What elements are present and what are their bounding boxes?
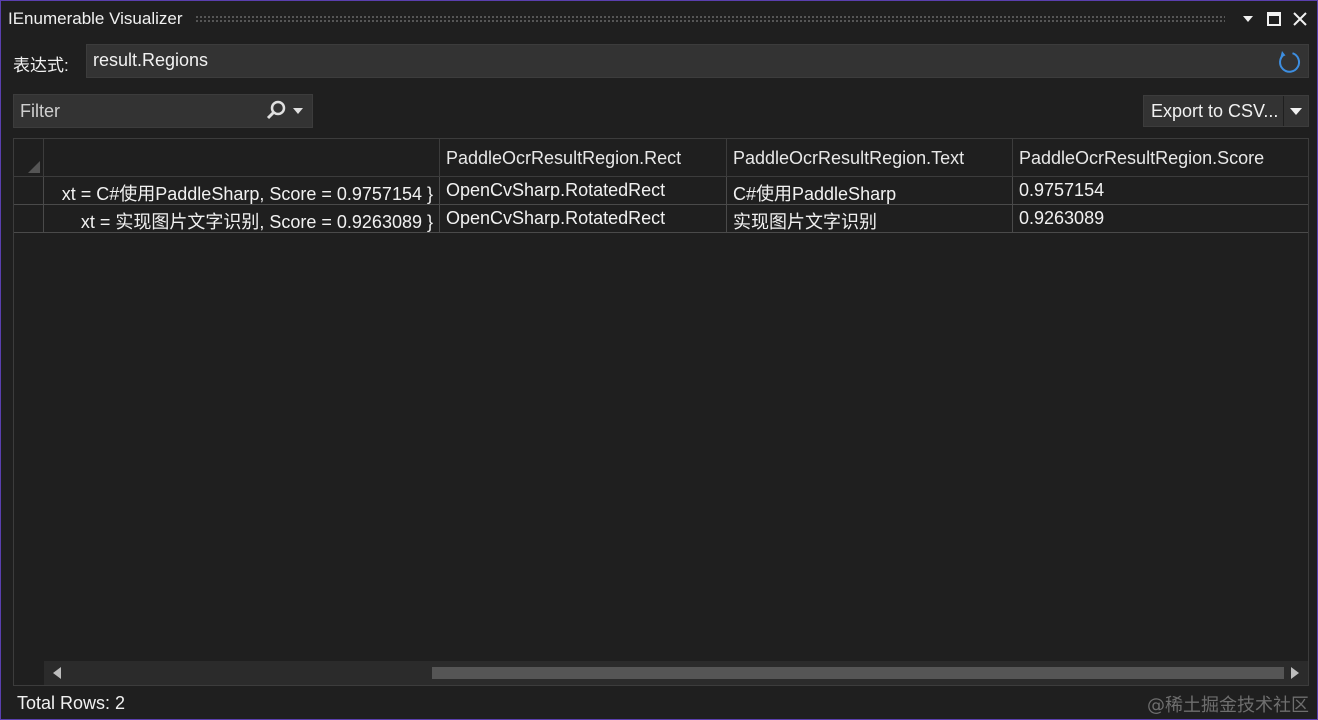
search-icon[interactable] (264, 99, 288, 123)
scrollbar-thumb[interactable] (432, 667, 1284, 679)
watermark: @稀土掘金技术社区 (1147, 695, 1309, 716)
export-csv-button[interactable]: Export to CSV... (1143, 95, 1309, 127)
grid-header-row: PaddleOcrResultRegion.Rect PaddleOcrResu… (14, 139, 1308, 177)
expression-value: result.Regions (93, 50, 209, 70)
visualizer-window: IEnumerable Visualizer 表达式: result.Regio… (0, 0, 1318, 720)
grid-corner[interactable] (14, 139, 44, 177)
table-cell[interactable]: 0.9757154 (1013, 177, 1308, 205)
row-header[interactable] (14, 177, 44, 205)
table-row[interactable]: xt = C#使用PaddleSharp, Score = 0.9757154 … (14, 177, 1308, 205)
dropdown-arrow-icon (1243, 16, 1253, 22)
table-cell[interactable]: xt = 实现图片文字识别, Score = 0.9263089 } (44, 205, 440, 233)
column-header[interactable] (44, 139, 440, 177)
close-button[interactable] (1287, 6, 1313, 32)
cell-text: xt = C#使用PaddleSharp, Score = 0.9757154 … (61, 184, 433, 204)
maximize-icon (1267, 12, 1281, 26)
cell-text: xt = 实现图片文字识别, Score = 0.9263089 } (80, 212, 433, 232)
column-header[interactable]: PaddleOcrResultRegion.Rect (440, 139, 727, 177)
table-cell[interactable]: xt = C#使用PaddleSharp, Score = 0.9757154 … (44, 177, 440, 205)
scroll-left-button[interactable] (46, 661, 68, 685)
filter-box[interactable] (13, 94, 313, 128)
table-row[interactable]: xt = 实现图片文字识别, Score = 0.9263089 } OpenC… (14, 205, 1308, 233)
scroll-right-button[interactable] (1284, 661, 1306, 685)
table-cell[interactable]: 0.9263089 (1013, 205, 1308, 233)
select-all-icon (28, 161, 40, 173)
row-header[interactable] (14, 205, 44, 233)
close-icon (1293, 12, 1307, 26)
table-cell[interactable]: 实现图片文字识别 (727, 205, 1013, 233)
maximize-button[interactable] (1261, 6, 1287, 32)
expression-label: 表达式: (13, 56, 69, 75)
chevron-down-icon (1290, 107, 1302, 115)
filter-dropdown[interactable] (290, 108, 306, 114)
chevron-down-icon (293, 108, 303, 114)
window-title: IEnumerable Visualizer (8, 9, 183, 28)
scroll-right-icon (1291, 667, 1299, 679)
data-grid: PaddleOcrResultRegion.Rect PaddleOcrResu… (13, 138, 1309, 686)
total-rows-status: Total Rows: 2 (17, 693, 126, 713)
window-menu-button[interactable] (1235, 6, 1261, 32)
horizontal-scrollbar[interactable] (44, 661, 1308, 685)
title-bar: IEnumerable Visualizer (1, 1, 1317, 37)
column-header[interactable]: PaddleOcrResultRegion.Score (1013, 139, 1308, 177)
table-cell[interactable]: OpenCvSharp.RotatedRect (440, 205, 727, 233)
expression-input[interactable]: result.Regions (86, 44, 1309, 78)
export-dropdown[interactable] (1284, 107, 1308, 115)
scroll-left-icon (53, 667, 61, 679)
filter-input[interactable] (14, 100, 264, 122)
title-grip[interactable] (194, 15, 1225, 23)
refresh-icon[interactable] (1276, 49, 1302, 75)
export-label: Export to CSV... (1151, 100, 1279, 121)
table-cell[interactable]: OpenCvSharp.RotatedRect (440, 177, 727, 205)
table-cell[interactable]: C#使用PaddleSharp (727, 177, 1013, 205)
column-header[interactable]: PaddleOcrResultRegion.Text (727, 139, 1013, 177)
